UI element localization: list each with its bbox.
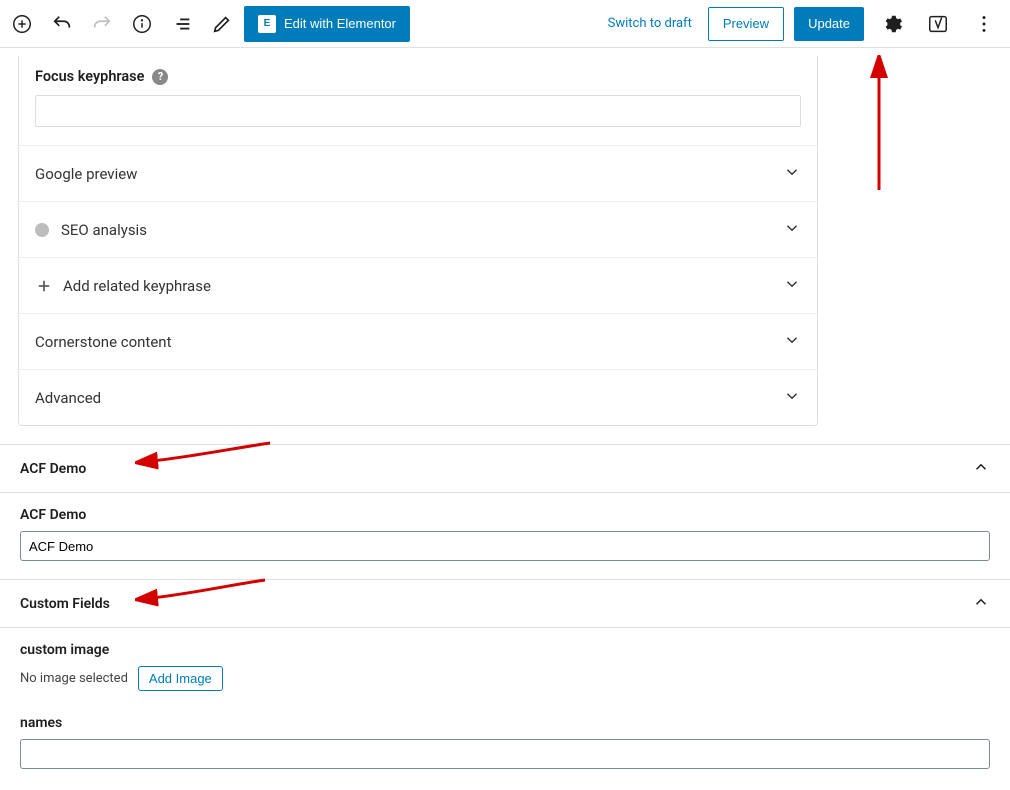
settings-gear-icon[interactable] <box>874 6 910 42</box>
redo-icon[interactable] <box>84 6 120 42</box>
toolbar-left: E Edit with Elementor <box>4 6 410 42</box>
advanced-row[interactable]: Advanced <box>19 369 817 425</box>
toolbar-right: Switch to draft Preview Update <box>602 6 1002 42</box>
preview-button[interactable]: Preview <box>708 7 784 41</box>
focus-keyphrase-section: Focus keyphrase ? <box>19 56 817 145</box>
status-dot-icon <box>35 223 49 237</box>
add-image-button[interactable]: Add Image <box>138 666 223 691</box>
switch-to-draft-link[interactable]: Switch to draft <box>602 10 698 37</box>
add-related-keyphrase-row[interactable]: Add related keyphrase <box>19 257 817 313</box>
custom-fields-panel-body: custom image No image selected Add Image… <box>0 628 1010 787</box>
more-options-icon[interactable] <box>966 6 1002 42</box>
focus-keyphrase-input[interactable] <box>35 95 801 127</box>
chevron-down-icon <box>783 219 801 241</box>
acf-demo-panel-header[interactable]: ACF Demo <box>0 445 1010 493</box>
pencil-icon[interactable] <box>204 6 240 42</box>
custom-fields-panel-title: Custom Fields <box>20 596 110 612</box>
elementor-button-label: Edit with Elementor <box>284 16 396 31</box>
edit-with-elementor-button[interactable]: E Edit with Elementor <box>244 6 410 42</box>
custom-fields-panel-header[interactable]: Custom Fields <box>0 580 1010 628</box>
acf-demo-field-input[interactable] <box>20 531 990 561</box>
update-button[interactable]: Update <box>794 7 864 41</box>
names-field-input[interactable] <box>20 739 990 769</box>
seo-analysis-row[interactable]: SEO analysis <box>19 201 817 257</box>
help-icon[interactable]: ? <box>152 69 168 85</box>
google-preview-row[interactable]: Google preview <box>19 145 817 201</box>
chevron-up-icon <box>972 458 990 480</box>
chevron-down-icon <box>783 275 801 297</box>
chevron-up-icon <box>972 593 990 615</box>
no-image-selected-text: No image selected <box>20 671 128 686</box>
yoast-icon[interactable] <box>920 6 956 42</box>
chevron-down-icon <box>783 331 801 353</box>
chevron-down-icon <box>783 387 801 409</box>
cornerstone-content-row[interactable]: Cornerstone content <box>19 313 817 369</box>
editor-top-toolbar: E Edit with Elementor Switch to draft Pr… <box>0 0 1010 48</box>
acf-demo-field-label: ACF Demo <box>20 507 990 523</box>
annotation-arrow-update <box>865 55 895 195</box>
outline-icon[interactable] <box>164 6 200 42</box>
acf-demo-panel-body: ACF Demo <box>0 493 1010 579</box>
elementor-logo-icon: E <box>258 15 276 33</box>
focus-keyphrase-label: Focus keyphrase <box>35 68 144 85</box>
add-block-icon[interactable] <box>4 6 40 42</box>
undo-icon[interactable] <box>44 6 80 42</box>
yoast-seo-metabox: Focus keyphrase ? Google preview SEO ana… <box>18 56 818 426</box>
info-icon[interactable] <box>124 6 160 42</box>
custom-image-label: custom image <box>20 642 990 658</box>
chevron-down-icon <box>783 163 801 185</box>
acf-demo-panel-title: ACF Demo <box>20 461 86 477</box>
plus-icon <box>35 277 53 295</box>
names-field-label: names <box>20 715 990 731</box>
